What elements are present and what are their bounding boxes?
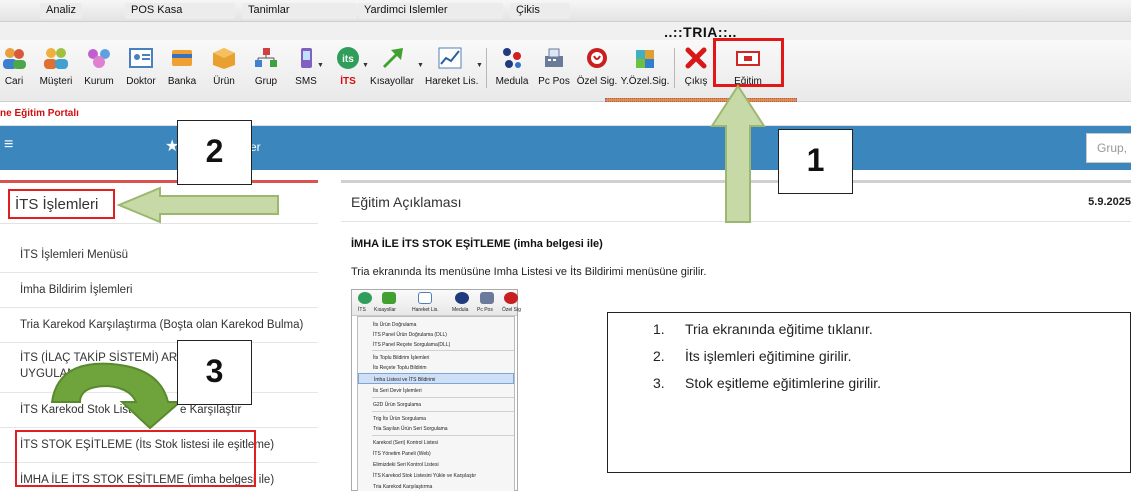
annotation-arrows <box>50 84 766 430</box>
arrow-up-annotation <box>710 84 766 223</box>
marker-2: 2 <box>177 120 252 185</box>
marker-3: 3 <box>177 340 252 405</box>
arrow-curved-annotation <box>50 362 183 430</box>
screen: Analiz POS Kasa Tanimlar Yardimci Isleml… <box>0 0 1131 491</box>
marker-1: 1 <box>778 129 853 194</box>
arrow-left-annotation <box>116 186 279 224</box>
